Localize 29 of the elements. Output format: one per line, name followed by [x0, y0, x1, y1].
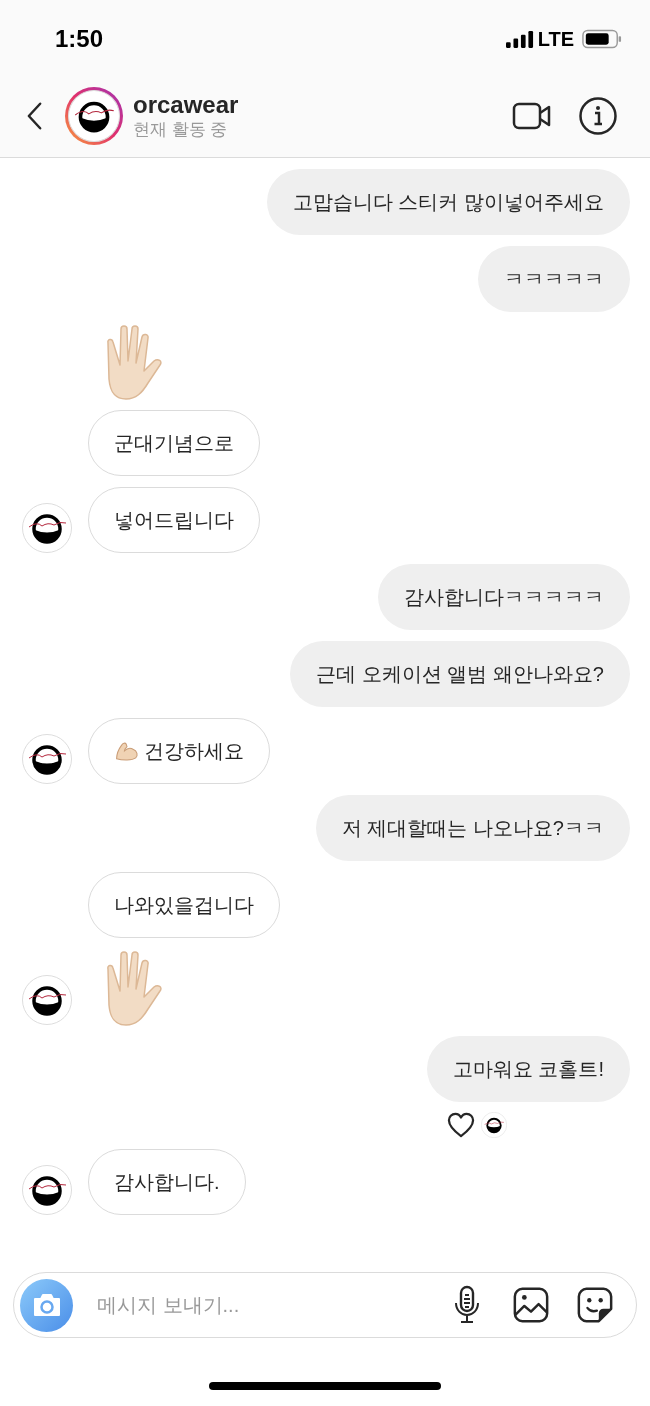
received-message: 감사합니다. [88, 1149, 246, 1215]
sent-message: 감사합니다ㅋㅋㅋㅋㅋ [378, 564, 630, 630]
clock-time: 1:50 [55, 25, 104, 53]
gallery-icon[interactable] [512, 1285, 550, 1325]
received-message: 넣어드립니다 [88, 487, 260, 553]
received-message: 군대기념으로 [88, 410, 260, 476]
info-icon[interactable] [578, 96, 618, 136]
battery-icon [582, 29, 622, 49]
avatar [68, 90, 120, 142]
sent-message: 근데 오케이션 앨범 왜안나와요? [290, 641, 630, 707]
sent-message: 저 제대할때는 나오나요?ㅋㅋ [315, 795, 630, 861]
message-input[interactable]: 메시지 보내기... [95, 1292, 422, 1318]
avatar [481, 1112, 507, 1138]
camera-icon [31, 1292, 62, 1318]
network-label: LTE [537, 27, 574, 51]
back-icon[interactable] [26, 101, 43, 131]
signal-icon [505, 30, 534, 48]
activity-status: 현재 활동 중 [133, 119, 229, 141]
camera-button[interactable] [20, 1278, 73, 1332]
sent-message: 고마워요 코홀트! [426, 1036, 630, 1102]
sent-message: 고맙습니다 스티커 많이넣어주세요 [266, 169, 630, 235]
username: orcawear [133, 91, 240, 119]
sent-message: ㅋㅋㅋㅋㅋ [478, 246, 630, 312]
heart-icon[interactable] [447, 1112, 475, 1138]
received-message: 나와있을겁니다 [88, 872, 280, 938]
sticker-icon[interactable] [576, 1285, 614, 1325]
video-camera-icon[interactable] [512, 101, 552, 131]
received-message: 건강하세요 [88, 718, 270, 784]
story-ring[interactable] [65, 87, 123, 145]
